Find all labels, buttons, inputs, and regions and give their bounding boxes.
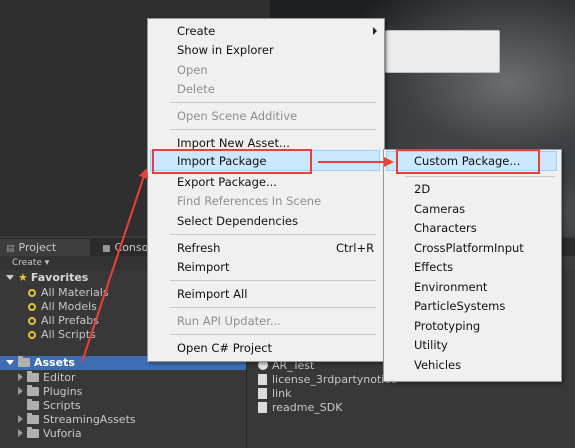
arrow-to-import-package bbox=[81, 168, 149, 363]
annotation-arrows bbox=[81, 157, 394, 363]
